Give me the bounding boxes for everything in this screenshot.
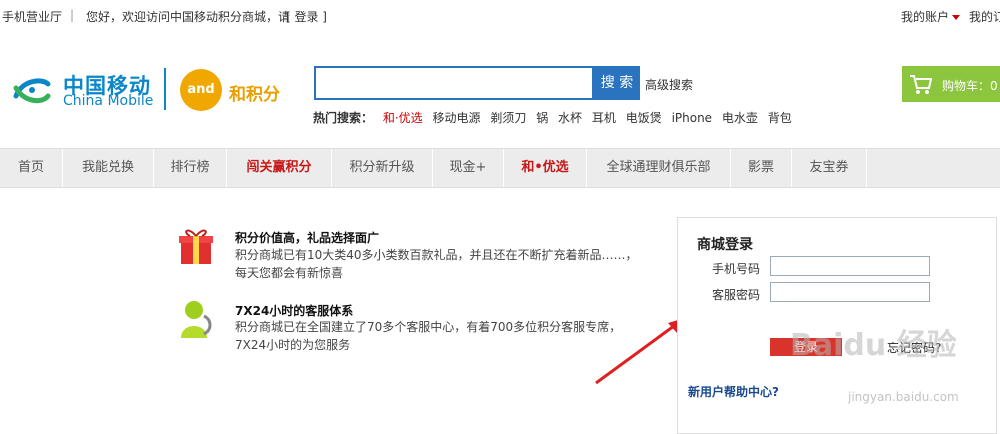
nav-item-home[interactable]: 首页 — [0, 149, 63, 187]
annotation-arrow-icon — [595, 318, 685, 385]
china-mobile-logo-icon — [13, 78, 51, 104]
my-orders-link[interactable]: 我的订 — [969, 8, 1000, 25]
nav-item-ubox-coupon[interactable]: 友宝券 — [792, 149, 867, 187]
feature-desc-line: 每天您都会有新惊喜 — [235, 266, 344, 280]
hot-search-item[interactable]: 移动电源 — [433, 111, 481, 125]
hot-search-item[interactable]: 剃须刀 — [490, 111, 526, 125]
china-mobile-en-logo: China Mobile — [63, 93, 154, 109]
feature-desc-line: 积分商城已在全国建立了70多个客服中心，有着700多位积分客服专席， — [235, 320, 622, 334]
nav-item-movie-tickets[interactable]: 影票 — [731, 149, 792, 187]
advanced-search-link[interactable]: 高级搜索 — [645, 76, 693, 93]
main-nav: 首页 我能兑换 排行榜 闯关赢积分 积分新升级 现金+ 和•优选 全球通理财俱乐… — [0, 148, 1000, 188]
search-button[interactable]: 搜 索 — [594, 66, 640, 100]
shopping-cart-icon — [910, 75, 933, 94]
points-brand: 和积分 — [229, 85, 280, 105]
login-title: 商城登录 — [697, 237, 753, 253]
feature-desc-line: 7X24小时的为您服务 — [235, 338, 351, 352]
cart-label: 购物车：0 — [942, 79, 998, 93]
hot-search-label: 热门搜索： — [313, 111, 374, 125]
top-login-link[interactable]: [ 登录 ] — [286, 8, 327, 25]
phone-label: 手机号码 — [712, 262, 761, 276]
feature-title: 7X24小时的客服体系 — [235, 304, 354, 318]
nav-item-points-upgrade[interactable]: 积分新升级 — [332, 149, 433, 187]
hot-search-item[interactable]: 耳机 — [592, 111, 616, 125]
top-bar: 手机营业厅 | 您好，欢迎访问中国移动积分商城，请 [ 登录 ] 我的账户 我的… — [0, 0, 1000, 32]
hot-search-item[interactable]: 电饭煲 — [626, 111, 662, 125]
baidu-watermark-url: jingyan.baidu.com — [848, 390, 959, 404]
nav-item-cash-plus[interactable]: 现金+ — [433, 149, 504, 187]
baidu-watermark: Baidu 经验 — [790, 328, 957, 363]
gift-icon — [179, 229, 213, 264]
logo-divider — [164, 68, 166, 110]
new-user-help-link[interactable]: 新用户帮助中心? — [688, 383, 779, 400]
feature-desc-line: 积分商城已有10大类40多小类数百款礼品，并且还在不断扩充着新品……， — [235, 248, 638, 262]
nav-item-redeemable[interactable]: 我能兑换 — [63, 149, 154, 187]
welcome-text: 您好，欢迎访问中国移动积分商城，请 — [86, 10, 291, 24]
nav-item-he-select[interactable]: 和•优选 — [504, 149, 587, 187]
search-input[interactable] — [314, 66, 594, 100]
hot-search-item[interactable]: 锅 — [536, 111, 548, 125]
my-account-menu[interactable]: 我的账户 — [901, 8, 961, 25]
feature-title: 积分价值高，礼品选择面广 — [235, 231, 380, 245]
nav-item-ranking[interactable]: 排行榜 — [154, 149, 227, 187]
top-divider: | — [70, 8, 75, 22]
hot-search-bar: 热门搜索： 和·优选 移动电源 剃须刀 锅 水杯 耳机 电饭煲 iPhone 电… — [313, 109, 798, 126]
password-label: 客服密码 — [712, 288, 761, 302]
hot-search-item[interactable]: 电水壶 — [722, 111, 758, 125]
chevron-down-icon — [952, 15, 961, 20]
password-input[interactable] — [770, 282, 930, 302]
hot-search-item[interactable]: 水杯 — [558, 111, 582, 125]
customer-service-icon — [181, 301, 212, 338]
nav-item-challenge[interactable]: 闯关赢积分 — [227, 149, 332, 187]
hot-search-item[interactable]: 和·优选 — [383, 111, 423, 125]
nav-item-gotone-club[interactable]: 全球通理财俱乐部 — [587, 149, 731, 187]
hot-search-item[interactable]: iPhone — [672, 111, 713, 125]
and-logo-icon: and — [180, 69, 222, 111]
mobile-hall-link[interactable]: 手机营业厅 — [2, 8, 62, 25]
phone-number-input[interactable] — [770, 256, 930, 276]
hot-search-item[interactable]: 背包 — [768, 111, 792, 125]
my-account-label: 我的账户 — [901, 10, 950, 24]
cart-button[interactable]: 购物车：0 — [902, 66, 1000, 102]
